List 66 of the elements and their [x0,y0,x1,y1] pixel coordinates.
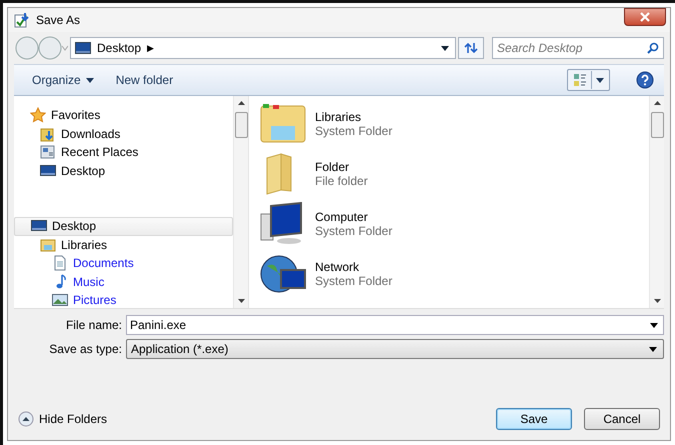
monitor-icon [40,162,56,179]
file-name: Libraries [315,110,362,124]
navigation-item[interactable]: Documents [14,254,233,272]
search-field[interactable]: Search Desktop [492,37,664,59]
star-icon [30,107,46,124]
collapse-icon [18,411,34,427]
breadcrumb-arrow[interactable]: ▶ [147,43,154,53]
navigation-item[interactable]: Recent Places [14,143,233,162]
scroll-up-arrow-icon[interactable] [238,101,244,105]
hide-folders-button[interactable]: Hide Folders [18,411,108,427]
details-view-icon [573,73,587,87]
file-item[interactable]: Folder File folder [259,151,649,196]
navigation-item[interactable]: Favorites [14,106,233,124]
folder-icon [40,126,56,142]
close-icon [640,12,650,22]
file-type-dropdown[interactable]: Application (*.exe) [126,339,664,359]
scrollbar-thumb[interactable] [650,112,664,138]
document-icon [52,255,68,272]
recent-places-icon [40,144,56,160]
navigation-item[interactable]: Music [14,272,233,291]
scroll-up-arrow-icon[interactable] [654,101,660,105]
new-folder-button[interactable]: New folder [112,71,178,89]
organize-button[interactable]: Organize [28,71,98,89]
close-button[interactable] [624,8,666,26]
caret-icon [86,78,94,82]
search-icon[interactable] [647,42,659,54]
file-name-label: File name: [64,318,122,332]
picture-icon [52,292,68,308]
refresh-arrows-icon [464,42,478,54]
cancel-button[interactable]: Cancel [584,408,660,430]
file-item[interactable]: Libraries System Folder [259,101,649,146]
save-icon [14,12,30,28]
navigation-item[interactable]: Libraries [14,236,233,254]
scroll-down-arrow-icon[interactable] [654,299,660,303]
dropdown-arrow-icon[interactable] [650,323,658,328]
scrollbar[interactable] [649,96,664,308]
view-options-button[interactable] [567,69,610,91]
window-title: Save As [36,13,80,27]
navigation-item[interactable]: Desktop [14,162,233,180]
file-type: System Folder [315,224,392,238]
save-as-type-label: Save as type: [48,342,122,356]
help-icon[interactable] [636,71,654,89]
file-type: File folder [315,174,368,188]
monitor-icon [75,42,91,54]
file-name-field[interactable]: Panini.exe [126,315,664,335]
scrollbar[interactable] [233,96,248,308]
location-text: Desktop [97,41,142,55]
navigation-item[interactable]: Pictures [14,291,233,310]
navigation-item[interactable]: Desktop [14,217,233,236]
file-item[interactable]: Computer System Folder [259,201,649,246]
address-bar[interactable]: Desktop ▶ [70,37,456,59]
file-item[interactable]: Network System Folder [259,251,649,296]
file-name: Network [315,260,360,274]
folder-icon [40,236,56,253]
file-name: Folder [315,160,350,174]
scrollbar-thumb[interactable] [234,112,248,138]
dropdown-arrow-icon[interactable] [441,46,449,50]
refresh-button[interactable] [458,37,484,59]
file-type: System Folder [315,124,392,138]
file-type: System Folder [315,274,392,288]
file-name: Computer [315,210,369,224]
save-button[interactable]: Save [496,408,572,430]
caret-icon [596,78,604,82]
navigation-item[interactable]: Downloads [14,124,233,143]
scroll-down-arrow-icon[interactable] [238,299,244,303]
dropdown-arrow-icon [649,346,657,352]
